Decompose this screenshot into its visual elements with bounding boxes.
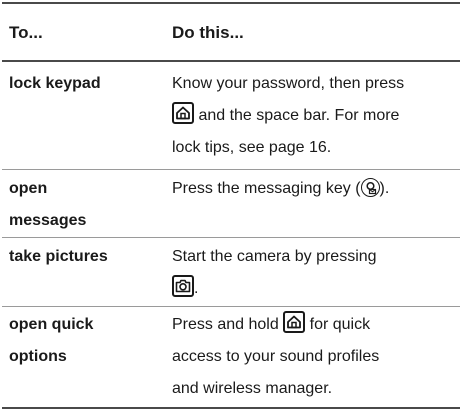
camera-key-icon: [172, 275, 194, 297]
desc-text: Press and hold: [172, 316, 284, 333]
desc-text: Press the messaging key (: [172, 180, 361, 197]
messaging-key-icon: [360, 178, 380, 197]
desc-line: Start the camera by pressing: [172, 241, 452, 273]
desc-text: Know your password, then press: [172, 75, 405, 92]
desc-text: and the space bar. For more: [194, 107, 400, 124]
table-row-term-open-quick-options: open quick options: [9, 309, 154, 373]
header-rule: [2, 60, 460, 62]
table-row-term-take-pictures: take pictures: [9, 241, 154, 273]
desc-line: Press the messaging key ( ).: [172, 173, 452, 205]
desc-line: and wireless manager.: [172, 373, 452, 405]
table-row-term-open-messages: open messages: [9, 173, 154, 237]
instruction-table: To... Do this... lock keypad Know your p…: [0, 0, 463, 411]
home-key-icon: [172, 102, 194, 124]
table-row-term-lock-keypad: lock keypad: [9, 68, 154, 100]
desc-line: Press and hold for quick: [172, 309, 452, 341]
desc-line: and the space bar. For more: [172, 100, 452, 132]
desc-text: access to your sound profiles: [172, 348, 380, 365]
desc-text: for quick: [305, 316, 371, 333]
table-row-desc-lock-keypad: Know your password, then press and the s…: [172, 68, 452, 164]
desc-line: Know your password, then press: [172, 68, 452, 100]
table-row-desc-take-pictures: Start the camera by pressing .: [172, 241, 452, 305]
row-divider: [2, 237, 460, 238]
desc-line: lock tips, see page 16.: [172, 132, 452, 164]
table-row-desc-open-messages: Press the messaging key ( ).: [172, 173, 452, 205]
row-divider: [2, 306, 460, 307]
desc-line: .: [172, 273, 452, 305]
desc-text: .: [194, 280, 199, 297]
table-top-rule: [2, 2, 460, 4]
table-bottom-rule: [2, 407, 460, 409]
desc-text: and wireless manager.: [172, 380, 333, 397]
desc-text: lock tips, see page 16.: [172, 139, 332, 156]
desc-text: Start the camera by pressing: [172, 248, 377, 265]
home-key-icon: [283, 311, 306, 333]
term-label: messages: [9, 212, 87, 229]
desc-line: access to your sound profiles: [172, 341, 452, 373]
term-label: options: [9, 348, 67, 365]
term-label: lock keypad: [9, 75, 101, 92]
term-label: open quick: [9, 316, 94, 333]
column-header-do-this: Do this...: [172, 23, 244, 42]
term-label: open: [9, 180, 48, 197]
table-row-desc-open-quick-options: Press and hold for quick access to your …: [172, 309, 452, 405]
row-divider: [2, 169, 460, 170]
term-label: take pictures: [9, 248, 108, 265]
column-header-to: To...: [9, 23, 43, 42]
desc-text: ).: [379, 180, 390, 197]
